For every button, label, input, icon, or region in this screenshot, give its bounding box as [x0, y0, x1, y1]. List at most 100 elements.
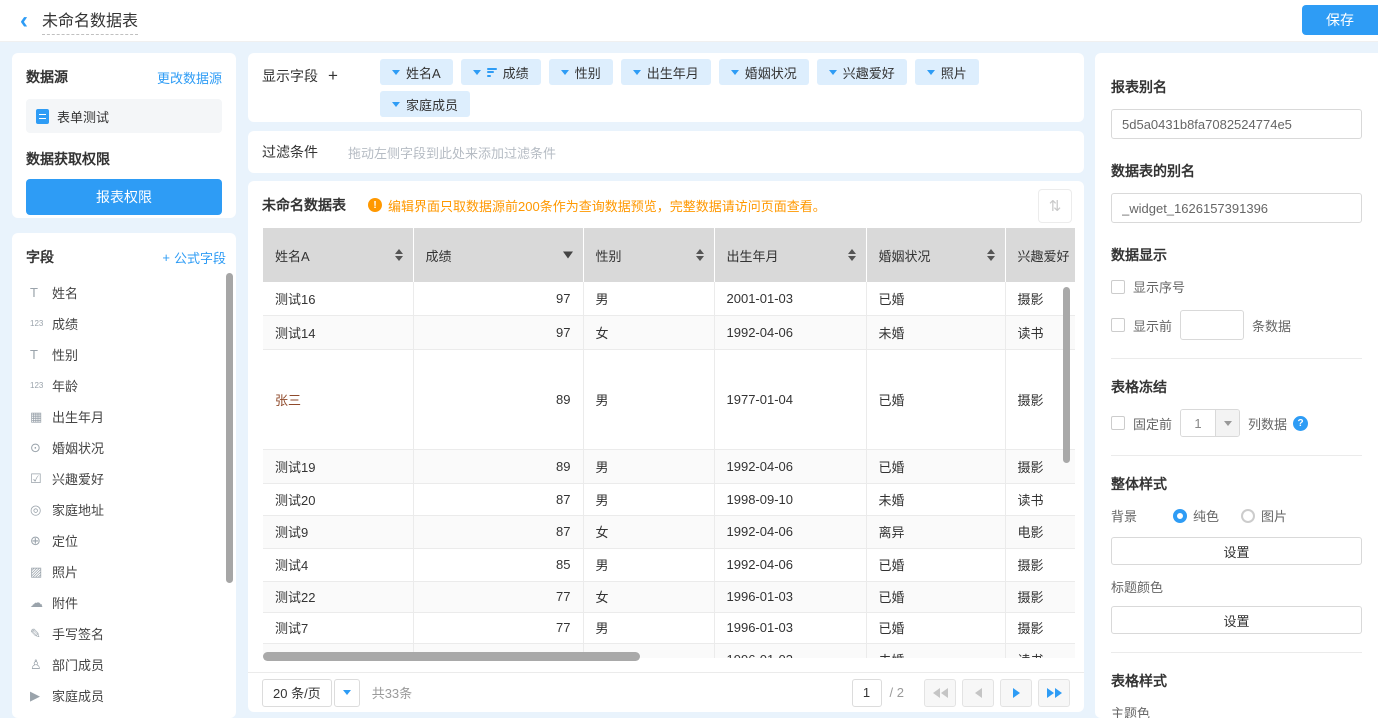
table-row[interactable]: 测试1697男2001-01-03已婚摄影 — [263, 282, 1075, 315]
display-field-chip[interactable]: 兴趣爱好 — [817, 59, 907, 85]
field-item-label: 照片 — [52, 562, 78, 581]
field-item-label: 附件 — [52, 593, 78, 612]
show-index-checkbox[interactable] — [1111, 280, 1125, 294]
table-row[interactable]: 测试777男1996-01-03已婚摄影 — [263, 612, 1075, 643]
display-field-chip[interactable]: 成绩 — [461, 59, 541, 85]
column-header-label: 兴趣爱好 — [1018, 249, 1070, 264]
column-header[interactable]: 性别 — [583, 228, 714, 282]
freeze-count-caret-icon[interactable] — [1215, 410, 1239, 436]
freeze-checkbox[interactable] — [1111, 416, 1125, 430]
field-item-label: 年龄 — [52, 376, 78, 395]
field-item-label: 姓名 — [52, 283, 78, 302]
table-row[interactable]: 张三89男1977-01-04已婚摄影 — [263, 349, 1075, 449]
show-index-label: 显示序号 — [1133, 277, 1185, 296]
field-item[interactable]: ◎家庭地址 — [26, 494, 226, 525]
add-formula-field-link[interactable]: +公式字段 — [162, 248, 226, 267]
first-page-button[interactable] — [924, 679, 956, 707]
add-display-field-icon[interactable]: + — [328, 69, 338, 83]
back-icon[interactable]: ‹ — [20, 11, 28, 31]
freeze-count-select[interactable]: 1 — [1180, 409, 1240, 437]
checkbox-icon: ☑ — [30, 471, 52, 487]
display-field-chip[interactable]: 性别 — [549, 59, 613, 85]
sort-asc-arrow — [848, 249, 856, 254]
display-field-chips: 姓名A 成绩性别出生年月婚姻状况兴趣爱好照片家庭成员 — [380, 59, 1070, 122]
row-order-tool-button[interactable]: ⇅ — [1038, 189, 1072, 223]
field-item[interactable]: ⊕定位 — [26, 525, 226, 556]
column-header[interactable]: 姓名A — [263, 228, 413, 282]
table-row[interactable]: 测试485男1992-04-06已婚摄影 — [263, 548, 1075, 581]
next-page-button[interactable] — [1000, 679, 1032, 707]
page-number-input[interactable]: 1 — [852, 679, 882, 707]
page-size-caret-icon[interactable] — [334, 679, 360, 707]
table-cell: 77 — [413, 612, 583, 643]
sort-both-icon[interactable] — [395, 249, 403, 261]
column-header[interactable]: 兴趣爱好 — [1005, 228, 1075, 282]
column-header[interactable]: 出生年月 — [714, 228, 866, 282]
sort-desc-icon — [487, 66, 497, 78]
sort-both-icon[interactable] — [987, 249, 995, 261]
show-first-label: 显示前 — [1133, 316, 1172, 335]
save-button[interactable]: 保存 — [1302, 5, 1378, 35]
table-vertical-scrollbar[interactable] — [1063, 287, 1070, 463]
report-alias-input[interactable] — [1111, 109, 1362, 139]
row-limit-input[interactable] — [1180, 310, 1244, 340]
last-page-button[interactable] — [1038, 679, 1070, 707]
field-item[interactable]: 123成绩 — [26, 308, 226, 339]
field-item[interactable]: ▶家庭成员 — [26, 680, 226, 711]
prev-page-button[interactable] — [962, 679, 994, 707]
table-cell: 电影 — [1005, 515, 1075, 548]
change-datasource-link[interactable]: 更改数据源 — [157, 68, 222, 87]
table-row[interactable]: 测试1989男1992-04-06已婚摄影 — [263, 449, 1075, 483]
field-item[interactable]: 123年龄 — [26, 370, 226, 401]
field-item[interactable]: ♙部门成员 — [26, 649, 226, 680]
field-item-label: 出生年月 — [52, 407, 104, 426]
field-item[interactable]: ☑兴趣爱好 — [26, 463, 226, 494]
page-size-select[interactable]: 20 条/页 — [262, 679, 332, 707]
table-horizontal-scrollbar[interactable] — [263, 652, 640, 661]
table-cell: 未婚 — [866, 643, 1005, 658]
page-title[interactable]: 未命名数据表 — [42, 7, 138, 35]
table-row[interactable]: 测试2277女1996-01-03已婚摄影 — [263, 581, 1075, 612]
data-table-viewport[interactable]: 姓名A成绩性别 出生年月婚姻状况兴趣爱好 测试1697男2001-01-03已婚摄… — [263, 228, 1075, 658]
field-item[interactable]: ⊙婚姻状况 — [26, 432, 226, 463]
sort-desc-icon[interactable] — [563, 252, 573, 259]
table-cell: 女 — [583, 315, 714, 349]
image-bg-radio[interactable] — [1241, 509, 1255, 523]
field-item[interactable]: ▦出生年月 — [26, 401, 226, 432]
display-field-chip[interactable]: 婚姻状况 — [719, 59, 809, 85]
rows-suffix-label: 条数据 — [1252, 316, 1291, 335]
sort-both-icon[interactable] — [696, 249, 704, 261]
table-row[interactable]: 测试987女1992-04-06离异电影 — [263, 515, 1075, 548]
table-row[interactable]: 测试1497女1992-04-06未婚读书 — [263, 315, 1075, 349]
help-icon[interactable]: ? — [1293, 416, 1308, 431]
sort-both-icon[interactable] — [848, 249, 856, 261]
field-item[interactable]: ▨照片 — [26, 556, 226, 587]
field-item[interactable]: ✎手写签名 — [26, 618, 226, 649]
table-cell: 1996-01-03 — [714, 643, 866, 658]
display-field-chip[interactable]: 家庭成员 — [380, 91, 470, 117]
chevron-down-icon — [473, 70, 481, 75]
column-header-label: 性别 — [596, 249, 622, 264]
show-first-checkbox[interactable] — [1111, 318, 1125, 332]
report-alias-label: 报表别名 — [1111, 77, 1362, 97]
solid-color-radio[interactable] — [1173, 509, 1187, 523]
filter-placeholder: 拖动左侧字段到此处来添加过滤条件 — [348, 143, 556, 162]
display-field-chip[interactable]: 照片 — [915, 59, 979, 85]
column-header[interactable]: 成绩 — [413, 228, 583, 282]
field-item[interactable]: T性别 — [26, 339, 226, 370]
display-field-chip[interactable]: 出生年月 — [621, 59, 711, 85]
title-color-set-button[interactable]: 设置 — [1111, 606, 1362, 634]
report-permission-button[interactable]: 报表权限 — [26, 179, 222, 215]
table-alias-input[interactable] — [1111, 193, 1362, 223]
display-field-chip[interactable]: 姓名A — [380, 59, 453, 85]
column-header[interactable]: 婚姻状况 — [866, 228, 1005, 282]
table-cell: 1996-01-03 — [714, 581, 866, 612]
fields-scrollbar[interactable] — [226, 273, 233, 583]
filter-card[interactable]: 过滤条件 拖动左侧字段到此处来添加过滤条件 — [248, 131, 1084, 173]
datasource-item[interactable]: 表单测试 — [26, 99, 222, 133]
field-item[interactable]: T姓名 — [26, 277, 226, 308]
table-row[interactable]: 测试2087男1998-09-10未婚读书 — [263, 483, 1075, 515]
background-set-button[interactable]: 设置 — [1111, 537, 1362, 565]
overall-style-title: 整体样式 — [1111, 474, 1362, 494]
field-item[interactable]: ☁附件 — [26, 587, 226, 618]
